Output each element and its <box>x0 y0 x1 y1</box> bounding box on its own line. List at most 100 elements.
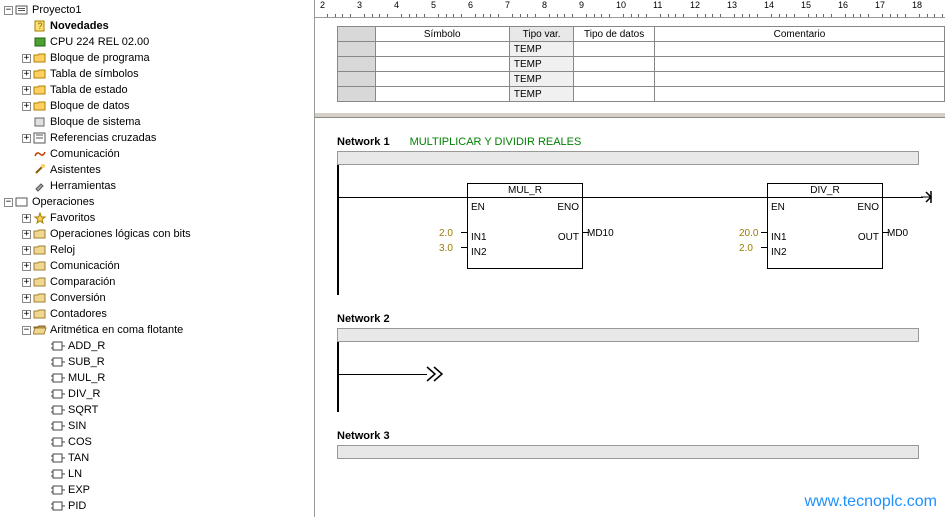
watermark: www.tecnoplc.com <box>805 493 938 511</box>
tree-item-label: Contadores <box>50 308 107 320</box>
folder-y-icon <box>33 84 47 96</box>
function-block[interactable]: MUL_R EN ENO IN1 IN2 OUT <box>467 183 583 269</box>
tree-item-label: PID <box>68 500 86 512</box>
network[interactable]: Network 2 <box>337 313 945 412</box>
tree-toggle-icon[interactable]: − <box>22 326 31 335</box>
tree-toggle-icon[interactable]: + <box>22 134 31 143</box>
pin-value[interactable]: 20.0 <box>739 228 758 239</box>
tree-item[interactable]: TAN <box>0 450 314 466</box>
ladder-rung[interactable] <box>337 342 937 412</box>
tree-toggle-icon[interactable]: + <box>22 278 31 287</box>
tree-item[interactable]: COS <box>0 434 314 450</box>
cpu-icon <box>33 36 47 48</box>
network[interactable]: Network 3 <box>337 430 945 459</box>
tree-toggle-icon[interactable]: + <box>22 246 31 255</box>
folder-y-icon <box>33 52 47 64</box>
folder-icon <box>33 244 47 256</box>
tree-item[interactable]: CPU 224 REL 02.00 <box>0 34 314 50</box>
folder-open-icon <box>33 324 47 336</box>
col-comentario: Comentario <box>654 27 944 42</box>
tree-item[interactable]: +Operaciones lógicas con bits <box>0 226 314 242</box>
pin-value[interactable]: MD10 <box>587 228 614 239</box>
editor-panel: 23456789101112131415161718 Símbolo Tipo … <box>315 0 945 517</box>
tree-toggle-icon[interactable]: − <box>4 6 13 15</box>
block-icon <box>51 452 65 464</box>
tree-item[interactable]: Bloque de sistema <box>0 114 314 130</box>
tree-item[interactable]: LN <box>0 466 314 482</box>
tree-item-label: DIV_R <box>68 388 100 400</box>
tree-item[interactable]: −Proyecto1 <box>0 2 314 18</box>
tree-item[interactable]: SUB_R <box>0 354 314 370</box>
tree-item[interactable]: +Comunicación <box>0 258 314 274</box>
tree-item[interactable]: + Contadores <box>0 306 314 322</box>
tree-item-label: ADD_R <box>68 340 105 352</box>
pin-eno: ENO <box>857 202 879 213</box>
block-title: MUL_R <box>468 184 582 198</box>
tree-toggle-icon[interactable]: + <box>22 86 31 95</box>
tree-item-label: Aritmética en coma flotante <box>50 324 183 336</box>
table-row[interactable]: TEMP <box>338 87 945 102</box>
tree-toggle-icon[interactable]: + <box>22 102 31 111</box>
ladder-rung[interactable]: MUL_R EN ENO IN1 IN2 OUT 2.0 3.0 MD10 DI… <box>337 165 937 295</box>
tree-item[interactable]: PID <box>0 498 314 514</box>
tree-toggle-icon[interactable]: + <box>22 214 31 223</box>
tree-item-label: Bloque de programa <box>50 52 150 64</box>
tree-item[interactable]: +Tabla de símbolos <box>0 66 314 82</box>
network-comment-bar[interactable] <box>337 151 919 165</box>
variable-table[interactable]: Símbolo Tipo var. Tipo de datos Comentar… <box>337 26 945 102</box>
tree-item[interactable]: +Reloj <box>0 242 314 258</box>
tree-item[interactable]: + Referencias cruzadas <box>0 130 314 146</box>
network-area[interactable]: Network 1 MULTIPLICAR Y DIVIDIR REALES M… <box>315 118 945 517</box>
tree-item[interactable]: +Bloque de datos <box>0 98 314 114</box>
tree-item[interactable]: + Tabla de estado <box>0 82 314 98</box>
pin-value[interactable]: 3.0 <box>439 243 453 254</box>
xref-icon <box>33 132 47 144</box>
tree-item[interactable]: +Conversión <box>0 290 314 306</box>
tree-item-label: SIN <box>68 420 86 432</box>
tree-toggle-icon[interactable]: − <box>4 198 13 207</box>
pin-value[interactable]: MD0 <box>887 228 908 239</box>
tree-toggle-icon[interactable]: + <box>22 54 31 63</box>
table-row[interactable]: TEMP <box>338 72 945 87</box>
tree-toggle-icon[interactable]: + <box>22 70 31 79</box>
pin-value[interactable]: 2.0 <box>739 243 753 254</box>
tree-item[interactable]: + Bloque de programa <box>0 50 314 66</box>
tree-item[interactable]: SIN <box>0 418 314 434</box>
tree-item-label: Referencias cruzadas <box>50 132 156 144</box>
function-block[interactable]: DIV_R EN ENO IN1 IN2 OUT <box>767 183 883 269</box>
tree-item[interactable]: − Aritmética en coma flotante <box>0 322 314 338</box>
folder-icon <box>33 292 47 304</box>
tree-item[interactable]: Asistentes <box>0 162 314 178</box>
pin-value[interactable]: 2.0 <box>439 228 453 239</box>
arrow-end-icon <box>919 189 935 205</box>
tree-toggle-icon[interactable]: + <box>22 310 31 319</box>
tree-item[interactable]: +Comparación <box>0 274 314 290</box>
tree-item-label: Herramientas <box>50 180 116 192</box>
novedad-icon: ? <box>33 20 47 32</box>
project-tree[interactable]: −Proyecto1?NovedadesCPU 224 REL 02.00+Bl… <box>0 0 315 517</box>
tree-item[interactable]: SQRT <box>0 402 314 418</box>
tree-item[interactable]: MUL_R <box>0 370 314 386</box>
tree-item-label: Tabla de estado <box>50 84 128 96</box>
table-row[interactable]: TEMP <box>338 57 945 72</box>
tree-item[interactable]: ?Novedades <box>0 18 314 34</box>
tree-toggle-icon[interactable]: + <box>22 230 31 239</box>
tree-toggle-icon[interactable]: + <box>22 294 31 303</box>
tree-item[interactable]: Herramientas <box>0 178 314 194</box>
network-comment: MULTIPLICAR Y DIVIDIR REALES <box>410 136 582 148</box>
network-comment-bar[interactable] <box>337 445 919 459</box>
network-comment-bar[interactable] <box>337 328 919 342</box>
tree-item[interactable]: Comunicación <box>0 146 314 162</box>
tree-item[interactable]: −Operaciones <box>0 194 314 210</box>
block-icon <box>51 356 65 368</box>
tree-item[interactable]: EXP <box>0 482 314 498</box>
tree-item[interactable]: +Favoritos <box>0 210 314 226</box>
tree-item-label: SUB_R <box>68 356 105 368</box>
tree-item[interactable]: ADD_R <box>0 338 314 354</box>
tree-toggle-icon[interactable]: + <box>22 262 31 271</box>
table-row[interactable]: TEMP <box>338 42 945 57</box>
pin-in1: IN1 <box>771 232 787 243</box>
tree-item[interactable]: DIV_R <box>0 386 314 402</box>
network[interactable]: Network 1 MULTIPLICAR Y DIVIDIR REALES M… <box>337 136 945 295</box>
folder-y-icon <box>33 68 47 80</box>
